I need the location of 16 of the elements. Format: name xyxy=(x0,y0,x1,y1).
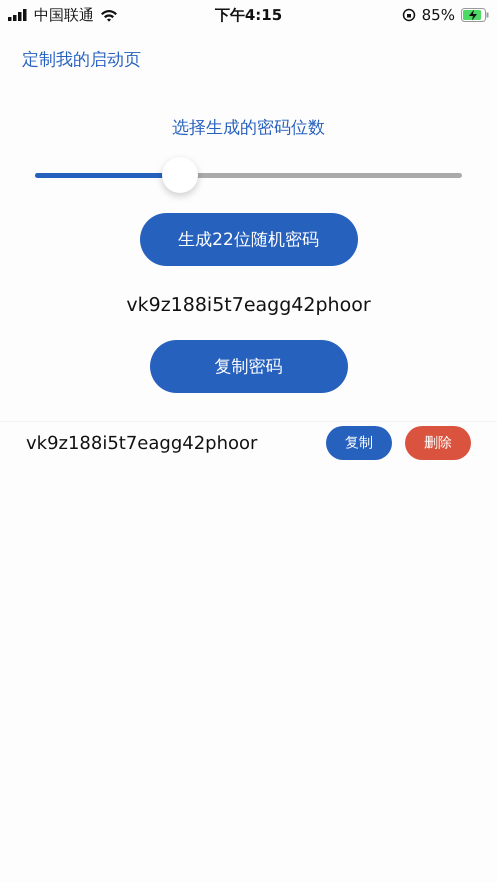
copy-button[interactable]: 复制 xyxy=(326,426,392,460)
delete-button[interactable]: 删除 xyxy=(405,426,471,460)
battery-charging-icon xyxy=(460,8,489,22)
clock-time: 下午4:15 xyxy=(214,6,284,24)
carrier-name: 中国联通 xyxy=(34,6,94,24)
copy-password-button[interactable]: 复制密码 xyxy=(150,340,348,393)
signal-icon xyxy=(8,9,28,21)
slider-label: 选择生成的密码位数 xyxy=(172,117,325,139)
battery-percentage: 85% xyxy=(422,6,455,24)
saved-password: vk9z188i5t7eagg42phoor xyxy=(26,432,258,454)
page-title[interactable]: 定制我的启动页 xyxy=(22,50,141,70)
wifi-icon xyxy=(100,8,118,22)
slider-thumb[interactable] xyxy=(162,157,198,193)
generated-password: vk9z188i5t7eagg42phoor xyxy=(126,294,371,316)
generate-button[interactable]: 生成22位随机密码 xyxy=(140,213,358,266)
rotation-lock-icon xyxy=(402,8,416,22)
